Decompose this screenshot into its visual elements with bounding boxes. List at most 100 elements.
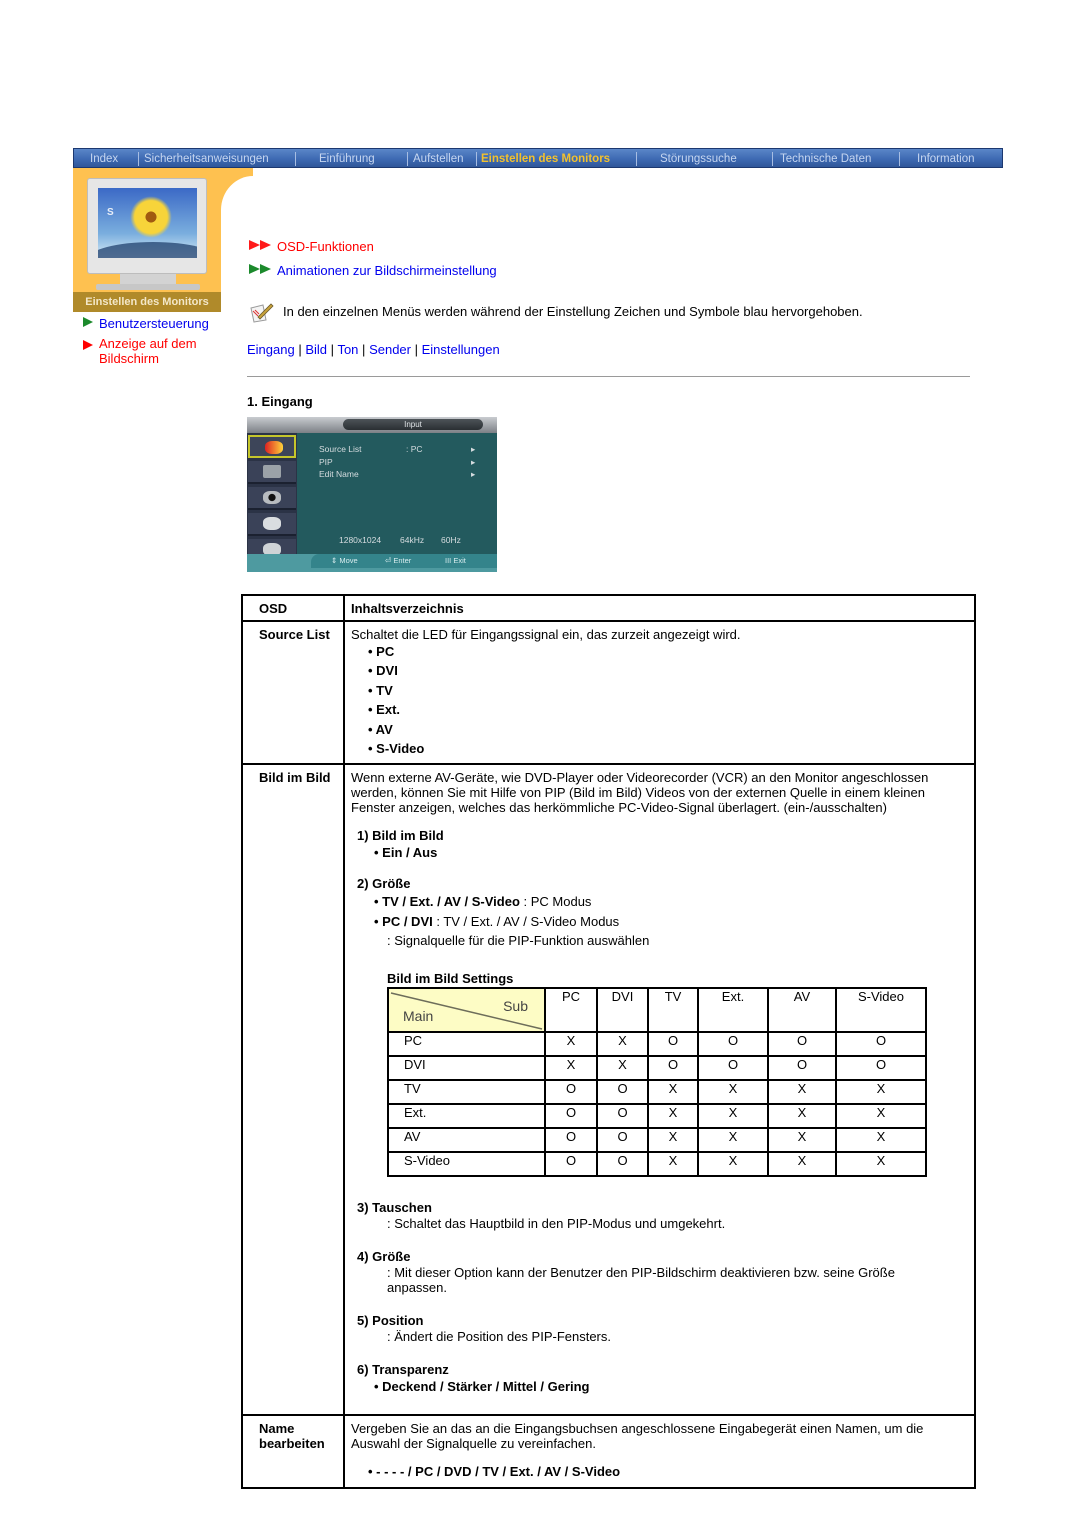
- pip-cell: X: [835, 1126, 927, 1153]
- source-option: • AV: [368, 721, 393, 737]
- monitor-screen: S: [98, 188, 197, 258]
- nav-separator: [476, 152, 477, 166]
- pip-row: AV O O X X X X: [387, 1126, 927, 1153]
- header-osd: OSD: [241, 594, 345, 622]
- osd-menu-label: Source List: [319, 444, 362, 454]
- red-arrow-icon: [83, 340, 93, 350]
- pip-cell: O: [767, 1030, 837, 1057]
- nav-separator: [899, 152, 900, 166]
- note-text: In den einzelnen Menüs werden während de…: [283, 304, 863, 319]
- nav-item-information[interactable]: Information: [917, 149, 975, 169]
- pip-cell: X: [544, 1030, 598, 1057]
- crumb-eingang[interactable]: Eingang: [247, 342, 295, 357]
- pip-item6-title: 6) Transparenz: [357, 1361, 449, 1377]
- pip-col-header: TV: [647, 986, 699, 1033]
- pip-cell: X: [767, 1126, 837, 1153]
- pip-item3-desc: : Schaltet das Hauptbild in den PIP-Modu…: [387, 1215, 726, 1231]
- pip-item5-desc: : Ändert die Position des PIP-Fensters.: [387, 1328, 611, 1344]
- crumb-separator: |: [362, 342, 366, 357]
- row-label: Name bearbeiten: [241, 1414, 345, 1489]
- pip-item2-line1: • TV / Ext. / AV / S-Video : PC Modus: [351, 892, 968, 912]
- table-row-name-bearbeiten: Name bearbeiten Vergeben Sie an das an d…: [241, 1414, 976, 1489]
- osd-menu-arrow: ▸: [471, 469, 476, 479]
- pip-row-header: DVI: [387, 1054, 546, 1081]
- pip-cell: O: [596, 1078, 649, 1105]
- osd-funktionen-link[interactable]: OSD-Funktionen: [277, 239, 374, 254]
- pip-row: PC X X O O O O: [387, 1030, 927, 1057]
- pip-cell: O: [647, 1054, 699, 1081]
- pip-row-header: PC: [387, 1030, 546, 1057]
- table-header-row: OSD Inhaltsverzeichnis: [241, 594, 976, 622]
- source-option: • S-Video: [368, 741, 425, 757]
- pip-col-header: PC: [544, 986, 598, 1033]
- osd-menu-arrow: ▸: [471, 444, 476, 454]
- pip-cell: X: [697, 1126, 769, 1153]
- pip-cell: X: [647, 1126, 699, 1153]
- nav-item-index[interactable]: Index: [90, 149, 118, 169]
- osd-vfreq: 60Hz: [441, 535, 461, 545]
- nav-item-stoerungssuche[interactable]: Störungssuche: [660, 149, 737, 169]
- decorative-strip: [221, 168, 253, 176]
- crumb-sender[interactable]: Sender: [369, 342, 411, 357]
- nav-separator: [772, 152, 773, 166]
- crumb-ton[interactable]: Ton: [337, 342, 358, 357]
- pip-cell: O: [544, 1078, 598, 1105]
- animationen-link[interactable]: Animationen zur Bildschirmeinstellung: [277, 263, 497, 278]
- nav-item-einfuehrung[interactable]: Einführung: [319, 149, 375, 169]
- pip-settings-table: Main Sub PC DVI TV Ext. AV S-Video PC X X O…: [387, 986, 927, 1177]
- pip-cell: X: [697, 1150, 769, 1177]
- pip-cell: O: [697, 1030, 769, 1057]
- pip-col-header: S-Video: [835, 986, 927, 1033]
- pip-col-header: Ext.: [697, 986, 769, 1033]
- pip-cell: O: [544, 1126, 598, 1153]
- pip-row-header: TV: [387, 1078, 546, 1105]
- pip-cell: O: [596, 1102, 649, 1129]
- sidebar-section-title: Einstellen des Monitors: [73, 292, 221, 312]
- section-title: 1. Eingang: [247, 394, 313, 409]
- pip-cell: X: [767, 1078, 837, 1105]
- nav-item-aufstellen[interactable]: Aufstellen: [413, 149, 464, 169]
- nav-item-sicherheitsanweisungen[interactable]: Sicherheitsanweisungen: [144, 149, 269, 169]
- pip-cell: X: [835, 1102, 927, 1129]
- sidebar-link-anzeige-auf-dem-bildschirm[interactable]: Anzeige auf dem Bildschirm: [99, 336, 214, 366]
- pip-item4-desc: : Mit dieser Option kann der Benutzer de…: [387, 1264, 895, 1295]
- pip-cell: X: [647, 1102, 699, 1129]
- top-nav-bar: Index Sicherheitsanweisungen Einführung …: [73, 148, 1003, 168]
- pip-item2-line2: • PC / DVI : TV / Ext. / AV / S-Video Mo…: [351, 912, 968, 932]
- pip-cell: X: [767, 1150, 837, 1177]
- pip-row-header: S-Video: [387, 1150, 546, 1177]
- pip-row-header: Ext.: [387, 1102, 546, 1129]
- crumb-einstellungen[interactable]: Einstellungen: [422, 342, 500, 357]
- source-list-desc: Schaltet die LED für Eingangssignal ein,…: [351, 627, 741, 642]
- corner-sub-label: Sub: [503, 997, 528, 1014]
- crumb-bild[interactable]: Bild: [305, 342, 327, 357]
- nav-item-einstellen-des-monitors[interactable]: Einstellen des Monitors: [481, 149, 610, 169]
- osd-input-icon: [248, 435, 296, 458]
- nav-separator: [295, 152, 296, 166]
- green-arrow-icon: [83, 317, 93, 327]
- pip-row: S-Video O O X X X X: [387, 1150, 927, 1177]
- screen-hill: [98, 242, 197, 258]
- nav-item-technische-daten[interactable]: Technische Daten: [780, 149, 871, 169]
- sidebar-link-benutzersteuerung[interactable]: Benutzersteuerung: [99, 316, 209, 331]
- pip-item1-option: • Ein / Aus: [374, 845, 438, 860]
- nav-separator: [138, 152, 139, 166]
- monitor-letter: S: [107, 207, 114, 218]
- osd-title: Input: [343, 419, 483, 430]
- osd-picture-icon: [248, 461, 296, 484]
- pip-cell: O: [596, 1126, 649, 1153]
- crumb-separator: |: [414, 342, 418, 357]
- pip-cell: O: [544, 1102, 598, 1129]
- pip-item1-title: 1) Bild im Bild: [357, 828, 444, 843]
- double-arrow-red-icon: [249, 240, 271, 251]
- pip-rows: PC X X O O O O DVI X X O O O O TV O O X X X X Ext. O O X X X X AV O O X…: [387, 1030, 927, 1177]
- bold-text: • PC / DVI: [374, 913, 433, 929]
- osd-move-hint: ⇕ Move: [331, 556, 358, 565]
- nav-separator: [636, 152, 637, 166]
- pip-cell: O: [835, 1054, 927, 1081]
- decorative-curve: [221, 176, 285, 266]
- table-row-source-list: Source List Schaltet die LED für Eingang…: [241, 620, 976, 765]
- osd-footer-bar: ⇕ Move ⏎ Enter III Exit: [311, 554, 497, 568]
- pip-col-header: AV: [767, 986, 837, 1033]
- pip-item2-note: : Signalquelle für die PIP-Funktion ausw…: [387, 933, 650, 948]
